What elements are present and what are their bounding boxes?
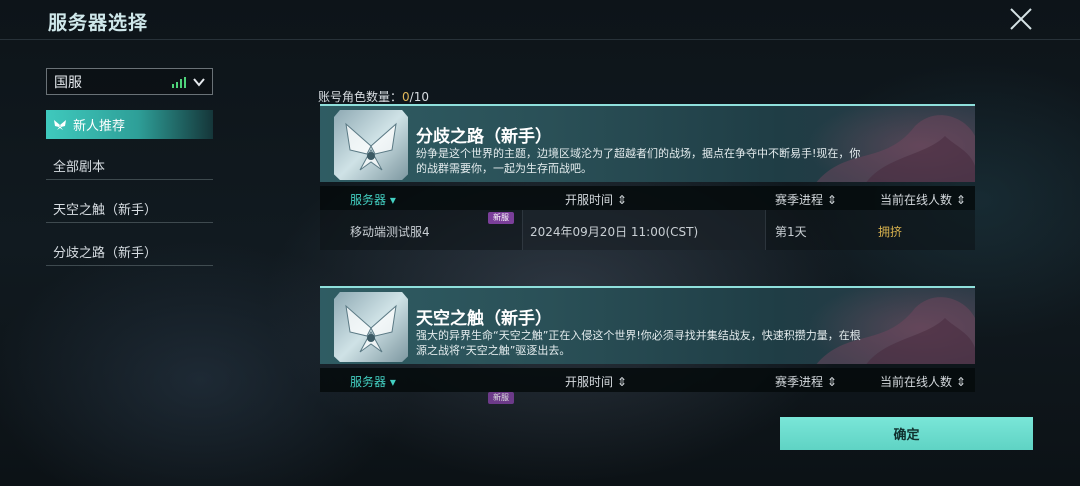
column-online[interactable]: 当前在线人数 ⇕ <box>880 191 966 208</box>
sidebar-item-label: 分歧之路（新手） <box>53 245 158 261</box>
signal-icon <box>172 77 186 88</box>
close-button[interactable] <box>1006 4 1036 34</box>
column-server[interactable]: 服务器 ▾ <box>350 373 396 390</box>
role-count: 账号角色数量：0/10 <box>318 88 429 105</box>
server-name: 移动端测试服4 <box>350 225 430 239</box>
server-card-divergent: 分歧之路（新手） 纷争是这个世界的主题，边境区域沦为了超越者们的战场，据点在争夺… <box>320 104 975 252</box>
table-row[interactable]: 新服 移动端测试服4 2024年09月20日 11:00(CST) 第1天 拥挤 <box>320 210 975 250</box>
online-status: 拥挤 <box>878 225 903 239</box>
card-banner: 分歧之路（新手） 纷争是这个世界的主题，边境区域沦为了超越者们的战场，据点在争夺… <box>320 104 975 182</box>
role-count-label: 账号角色数量： <box>318 90 403 104</box>
sidebar-item-divergent-path[interactable]: 分歧之路（新手） <box>46 237 213 266</box>
role-count-current: 0 <box>402 90 410 104</box>
open-time: 2024年09月20日 11:00(CST) <box>530 225 699 239</box>
card-title: 天空之触（新手） <box>416 309 552 329</box>
new-server-badge: 新服 <box>488 212 514 224</box>
column-online[interactable]: 当前在线人数 ⇕ <box>880 373 966 390</box>
close-icon <box>1010 8 1032 30</box>
season-progress: 第1天 <box>775 225 807 239</box>
butterfly-emblem-icon <box>334 110 408 180</box>
table-header: 服务器 ▾ 开服时间 ⇕ 赛季进程 ⇕ 当前在线人数 ⇕ <box>320 186 975 210</box>
region-dropdown[interactable]: 国服 <box>46 68 213 95</box>
header-bar: 服务器选择 <box>0 0 1080 40</box>
butterfly-emblem-icon <box>334 292 408 362</box>
column-open-time[interactable]: 开服时间 ⇕ <box>565 373 627 390</box>
column-season[interactable]: 赛季进程 ⇕ <box>775 373 837 390</box>
column-season[interactable]: 赛季进程 ⇕ <box>775 191 837 208</box>
sidebar-item-label: 天空之触（新手） <box>53 202 158 218</box>
table-header: 服务器 ▾ 开服时间 ⇕ 赛季进程 ⇕ 当前在线人数 ⇕ <box>320 368 975 392</box>
region-label: 国服 <box>54 74 82 91</box>
card-description: 强大的异界生命“天空之触”正在入侵这个世界!你必须寻找并集结战友，快速积攒力量，… <box>416 329 861 357</box>
sidebar-item-label: 全部剧本 <box>53 159 106 175</box>
card-description: 纷争是这个世界的主题，边境区域沦为了超越者们的战场，据点在争夺中不断易手!现在，… <box>416 147 861 175</box>
card-banner: 天空之触（新手） 强大的异界生命“天空之触”正在入侵这个世界!你必须寻找并集结战… <box>320 286 975 364</box>
butterfly-icon <box>54 119 66 130</box>
card-title: 分歧之路（新手） <box>416 127 552 147</box>
sidebar-item-sky-touch[interactable]: 天空之触（新手） <box>46 194 213 223</box>
page-title: 服务器选择 <box>48 12 149 34</box>
new-server-badge: 新服 <box>488 392 514 404</box>
role-count-max: /10 <box>409 90 429 104</box>
confirm-button[interactable]: 确定 <box>780 417 1033 450</box>
chevron-down-icon <box>193 78 205 87</box>
column-server[interactable]: 服务器 ▾ <box>350 191 396 208</box>
sidebar-item-all-scripts[interactable]: 全部剧本 <box>46 151 213 180</box>
sidebar-item-new-recommend[interactable]: 新人推荐 <box>46 110 213 139</box>
sidebar-item-label: 新人推荐 <box>73 119 126 134</box>
column-open-time[interactable]: 开服时间 ⇕ <box>565 191 627 208</box>
server-card-sky-touch: 天空之触（新手） 强大的异界生命“天空之触”正在入侵这个世界!你必须寻找并集结战… <box>320 286 975 406</box>
